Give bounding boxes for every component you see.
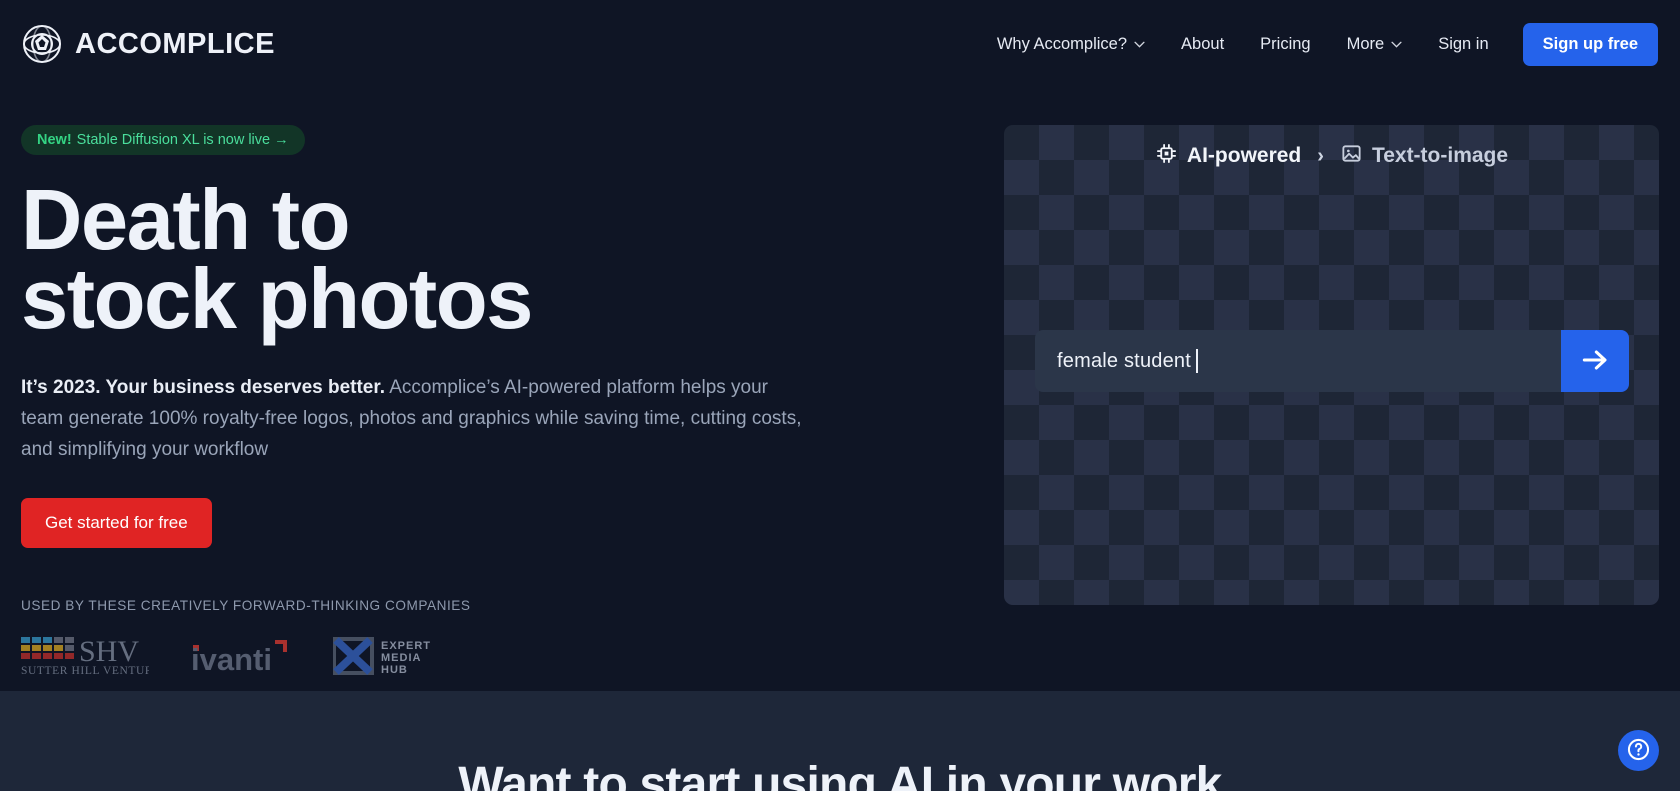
get-started-button[interactable]: Get started for free xyxy=(21,498,212,549)
page-title: Death to stock photos xyxy=(21,173,861,348)
ai-demo-panel: AI-powered › Text-to-image female studen… xyxy=(1004,125,1659,605)
nav-item-pricing[interactable]: Pricing xyxy=(1242,25,1328,64)
prompt-value: female student xyxy=(1057,349,1191,372)
nav-label: More xyxy=(1346,34,1385,53)
customer-logos: SHV SUTTER HILL VENTURES ivanti xyxy=(21,635,861,682)
nav-item-about[interactable]: About xyxy=(1163,25,1242,64)
aperture-icon xyxy=(22,24,62,64)
svg-text:SUTTER HILL VENTURES: SUTTER HILL VENTURES xyxy=(21,665,149,677)
site-header: ACCOMPLICE Why Accomplice? About Pricing… xyxy=(0,0,1680,88)
svg-text:ivanti: ivanti xyxy=(191,642,272,676)
breadcrumb-separator: › xyxy=(1317,144,1324,167)
breadcrumb-type-label: Text-to-image xyxy=(1371,144,1509,167)
nav-label: Why Accomplice? xyxy=(996,34,1128,53)
logo-ivanti: ivanti xyxy=(191,636,291,681)
expert-media-hub-logo: EXPERT MEDIA HUB xyxy=(332,636,451,681)
shv-logo: SHV SUTTER HILL VENTURES xyxy=(21,635,167,682)
chevron-down-icon xyxy=(1391,41,1402,48)
hero-left-column: New! Stable Diffusion XL is now live → D… xyxy=(21,125,861,682)
ivanti-logo: ivanti xyxy=(191,636,291,681)
svg-text:HUB: HUB xyxy=(381,664,408,676)
nav-label: About xyxy=(1181,34,1225,53)
image-icon xyxy=(1340,142,1363,170)
badge-text: Stable Diffusion XL is now live → xyxy=(76,132,289,148)
chip-icon xyxy=(1155,142,1178,170)
nav-item-more[interactable]: More xyxy=(1329,25,1421,64)
breadcrumb: AI-powered › Text-to-image xyxy=(1004,125,1659,187)
nav-label: Sign in xyxy=(1438,34,1489,53)
breadcrumb-mode-label: AI-powered xyxy=(1186,144,1302,167)
prompt-row: female student xyxy=(1035,330,1629,392)
text-cursor xyxy=(1196,349,1198,373)
sign-up-free-button[interactable]: Sign up free xyxy=(1522,22,1658,66)
svg-text:SHV: SHV xyxy=(79,635,139,668)
brand-name: ACCOMPLICE xyxy=(75,27,275,60)
breadcrumb-type[interactable]: Text-to-image xyxy=(1340,142,1508,170)
headline-line-1: Death to xyxy=(21,173,351,268)
primary-nav: Why Accomplice? About Pricing More Sign … xyxy=(979,22,1658,66)
lower-section-title: Want to start using AI in your work xyxy=(458,758,1222,791)
headline-line-2: stock photos xyxy=(21,252,533,348)
landing-page: ACCOMPLICE Why Accomplice? About Pricing… xyxy=(0,0,1680,791)
nav-item-why-accomplice[interactable]: Why Accomplice? xyxy=(979,25,1163,64)
hero-subcopy: It’s 2023. Your business deserves better… xyxy=(21,373,811,465)
nav-label: Pricing xyxy=(1260,34,1311,53)
badge-prefix: New! xyxy=(37,132,72,148)
arrow-right-icon xyxy=(1579,344,1611,379)
used-by-label: USED BY THESE CREATIVELY FORWARD-THINKIN… xyxy=(21,598,471,614)
announcement-badge[interactable]: New! Stable Diffusion XL is now live → xyxy=(21,125,305,155)
chevron-down-icon xyxy=(1134,41,1145,48)
svg-text:EXPERT: EXPERT xyxy=(381,640,431,652)
svg-text:MEDIA: MEDIA xyxy=(381,652,421,664)
subcopy-lead: It’s 2023. Your business deserves better… xyxy=(21,377,385,399)
logo-shv: SHV SUTTER HILL VENTURES xyxy=(21,635,167,682)
prompt-input[interactable]: female student xyxy=(1035,330,1561,392)
question-mark-icon xyxy=(1625,736,1652,766)
nav-item-sign-in[interactable]: Sign in xyxy=(1420,25,1506,64)
help-button[interactable] xyxy=(1618,730,1659,771)
breadcrumb-mode[interactable]: AI-powered xyxy=(1155,142,1301,170)
brand-logo[interactable]: ACCOMPLICE xyxy=(22,24,275,64)
logo-expert-media-hub: EXPERT MEDIA HUB xyxy=(332,636,451,681)
prompt-submit-button[interactable] xyxy=(1561,330,1629,392)
